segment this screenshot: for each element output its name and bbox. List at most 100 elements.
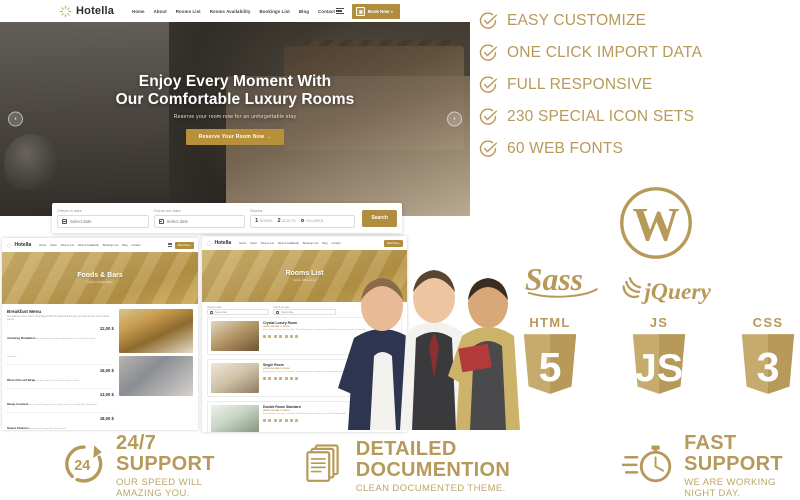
html5-caption: HTML xyxy=(529,315,571,330)
support-title: FAST SUPPORT xyxy=(684,432,783,475)
nav-item-home[interactable]: Home xyxy=(39,244,46,247)
rooms-count: 1 xyxy=(255,218,259,224)
room-thumbnail xyxy=(211,405,259,432)
nav-item-bookings-list[interactable]: Bookings List xyxy=(303,242,318,245)
nav-item-rooms-availability[interactable]: Rooms Availability xyxy=(210,9,251,14)
checkout-input[interactable]: Select date xyxy=(153,214,246,228)
brand-name: Hotella xyxy=(76,5,115,17)
mini-nav-links: Home About Rooms List Rooms Availability… xyxy=(239,242,340,245)
checkout-label: Check-out date xyxy=(153,208,181,213)
nav-item-about[interactable]: About xyxy=(250,242,257,245)
feature-item: 60 WEB FONTS xyxy=(478,133,796,165)
nav-item-rooms-list[interactable]: Rooms List xyxy=(61,244,74,247)
svg-text:24: 24 xyxy=(74,457,90,473)
breakfast-menu-column: Breakfast Menu Our delicious menu, which… xyxy=(7,309,114,430)
feature-item: EASY CUSTOMIZE xyxy=(478,5,796,37)
mini-navbar: Hotella Home About Rooms List Rooms Avai… xyxy=(2,238,198,252)
item-name: Amazing Breakfast xyxy=(7,336,35,341)
shield-logos: HTML 5 JS JS CSS 3 xyxy=(520,315,798,398)
nav-item-rooms-list[interactable]: Rooms List xyxy=(261,242,274,245)
nav-item-about[interactable]: About xyxy=(154,9,167,14)
hero-prev-arrow[interactable]: ‹ xyxy=(8,111,23,127)
nav-item-rooms-list[interactable]: Rooms List xyxy=(176,9,201,14)
nav-item-home[interactable]: Home xyxy=(132,9,145,14)
check-circle-icon xyxy=(478,11,498,31)
nav-item-contact[interactable]: Contact xyxy=(318,9,335,14)
support-subtitle: OUR SPEED WILL AMAZING YOU. xyxy=(116,477,203,499)
feature-label: 60 WEB FONTS xyxy=(507,140,624,157)
checkout-input[interactable]: Select date xyxy=(273,309,336,315)
nav-item-bookings-list[interactable]: Bookings List xyxy=(103,244,118,247)
javascript-logo: JS JS xyxy=(631,315,687,398)
brand-logo[interactable]: Hotella xyxy=(6,242,31,249)
svg-text:5: 5 xyxy=(539,344,562,390)
feature-list: EASY CUSTOMIZE ONE CLICK IMPORT DATA FUL… xyxy=(478,5,796,165)
css3-shield-icon: 3 xyxy=(741,334,795,394)
brand-logo[interactable]: Hotella xyxy=(58,4,114,19)
search-button[interactable]: Search xyxy=(362,209,397,227)
brand-name: Hotella xyxy=(14,242,32,248)
nav-item-about[interactable]: About xyxy=(50,244,57,247)
support-bar: 24 24/7 SUPPORT OUR SPEED WILL AMAZING Y… xyxy=(0,432,800,500)
hero-subtitle: Reserve your room now for an unforgettab… xyxy=(173,114,297,121)
support-title: 24/7 SUPPORT xyxy=(116,432,215,475)
item-name: Steep Cooked xyxy=(7,402,28,407)
brand-name: Hotella xyxy=(214,240,232,246)
mini-nav-links: Home About Rooms List Rooms Availability… xyxy=(39,244,140,247)
book-now-label: Book Now » xyxy=(367,8,393,14)
check-circle-icon xyxy=(478,43,498,63)
breakfast-desc: Our delicious menu, which will appeal to… xyxy=(7,316,110,322)
reserve-room-button[interactable]: Reserve Your Room Now → xyxy=(185,129,285,146)
nav-item-contact[interactable]: Contact xyxy=(132,244,141,247)
main-site-mockup: Hotella Home About Rooms List Rooms Avai… xyxy=(0,0,470,236)
svg-text:3: 3 xyxy=(757,344,780,390)
checkout-value: Select date xyxy=(281,310,294,314)
check-circle-icon xyxy=(478,75,498,95)
check-circle-icon xyxy=(478,107,498,127)
guests-children[interactable]: CHILDREN xyxy=(300,218,324,224)
adults-count: 2 xyxy=(277,218,281,224)
nav-item-rooms-availability[interactable]: Rooms Availability xyxy=(78,244,99,247)
book-now-button[interactable]: Book Now » xyxy=(175,241,194,249)
hero-next-arrow[interactable]: › xyxy=(447,111,462,127)
calendar-icon xyxy=(158,218,164,224)
hotella-flower-icon xyxy=(58,4,73,19)
hotella-flower-icon xyxy=(206,240,213,246)
item-ingredients: Four Spread Orange with Cheese Sauce xyxy=(28,428,67,430)
breadcrumb: Home - Foods & Bars xyxy=(87,281,113,284)
css3-caption: CSS xyxy=(752,315,784,330)
item-price: 16,00 $ xyxy=(99,368,114,374)
checkout-field: Check-out date Select date xyxy=(273,306,336,315)
nav-item-home[interactable]: Home xyxy=(239,242,246,245)
calendar-icon xyxy=(62,218,67,224)
calendar-icon: ▦ xyxy=(356,6,366,16)
guests-rooms[interactable]: 1 ROOMS xyxy=(255,218,273,224)
brand-logo[interactable]: Hotella xyxy=(206,240,231,247)
guests-adults[interactable]: 2 ADULTS xyxy=(278,218,296,224)
nav-item-bookings-list[interactable]: Bookings List xyxy=(260,9,290,14)
support-text: 24/7 SUPPORT OUR SPEED WILL AMAZING YOU. xyxy=(116,432,238,500)
nav-item-blog[interactable]: Blog xyxy=(122,244,127,247)
checkout-field: Check-out date Select date xyxy=(153,208,246,228)
feature-label: EASY CUSTOMIZE xyxy=(507,12,647,29)
feature-label: 230 SPECIAL ICON SETS xyxy=(507,108,695,125)
rooms-unit: ROOMS xyxy=(259,219,273,223)
hamburger-icon[interactable] xyxy=(168,242,173,247)
guests-selector[interactable]: 1 ROOMS 2 ADULTS CHILDREN xyxy=(250,214,356,228)
svg-text:jQuery: jQuery xyxy=(640,279,711,305)
mini-navbar-right: Book Now » xyxy=(168,241,194,249)
adults-unit: ADULTS xyxy=(282,219,296,223)
checkin-input[interactable]: Select date xyxy=(57,214,149,228)
nav-item-blog[interactable]: Blog xyxy=(299,9,309,14)
book-now-button[interactable]: ▦ Book Now » xyxy=(352,3,400,19)
hero-slider: ‹ › Enjoy Every Moment With Our Comforta… xyxy=(0,22,470,216)
checkin-input[interactable]: Select date xyxy=(207,309,270,315)
nav-item-rooms-availability[interactable]: Rooms Availability xyxy=(278,242,299,245)
food-photo-column xyxy=(118,309,193,430)
support-subtitle: CLEAN DOCUMENTED THEME. xyxy=(355,482,506,494)
children-unit: CHILDREN xyxy=(305,219,324,224)
nav-item-blog[interactable]: Blog xyxy=(322,242,327,245)
hamburger-icon[interactable] xyxy=(336,7,345,15)
menu-item: Steep CookedPasta Cooked, Steeped Cheese… xyxy=(7,392,114,413)
item-price: 18,00 $ xyxy=(99,416,114,421)
